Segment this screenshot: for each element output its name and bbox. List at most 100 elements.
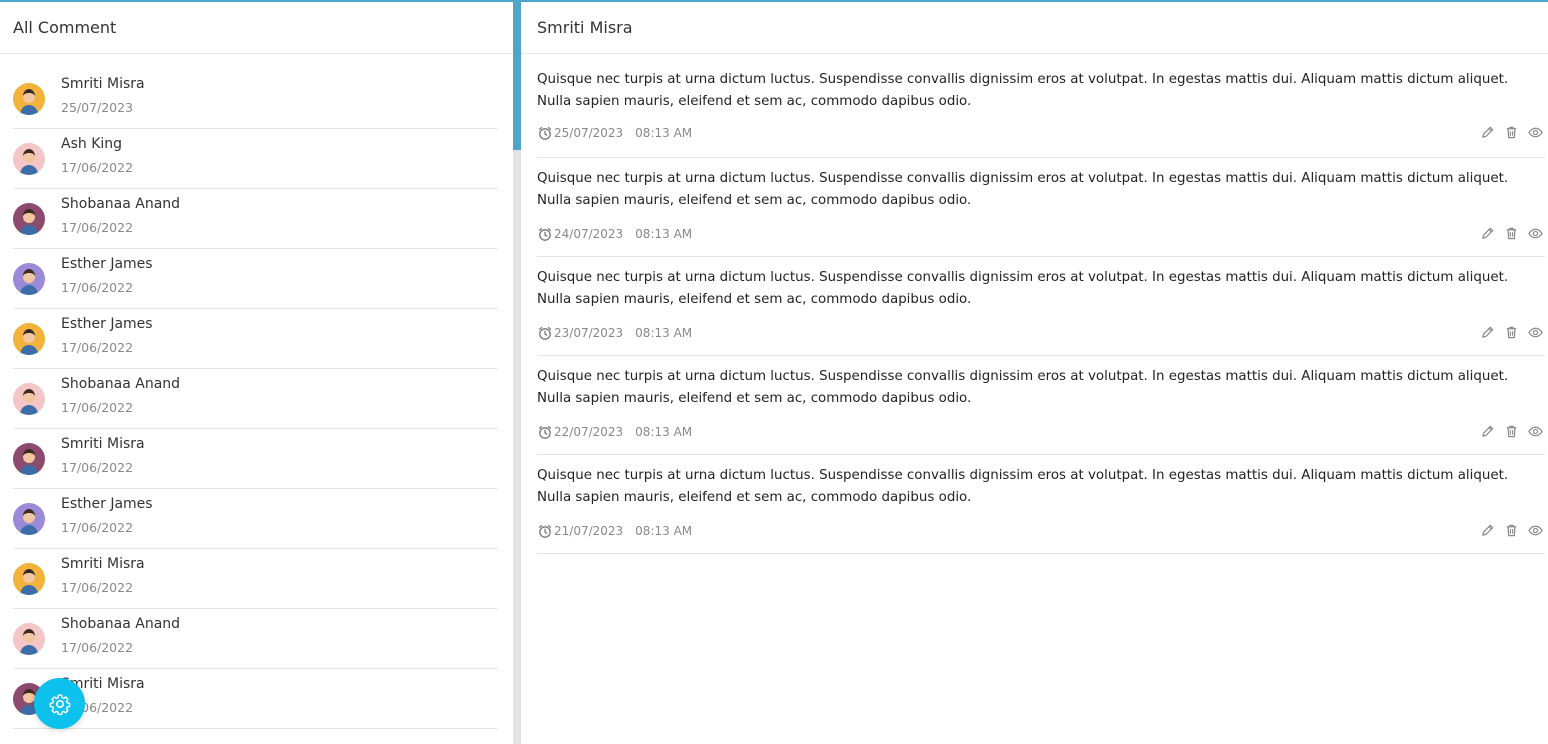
contact-name: Shobanaa Anand	[61, 616, 181, 632]
avatar	[13, 563, 45, 595]
contact-name: Esther James	[61, 496, 153, 512]
trash-icon[interactable]	[1504, 424, 1519, 439]
trash-icon[interactable]	[1504, 226, 1519, 241]
contact-item[interactable]: Smriti Misra 17/06/2022	[13, 429, 498, 489]
comment-actions	[1480, 424, 1543, 439]
comment-meta: 24/07/2023 08:13 AM	[537, 226, 692, 242]
clock-icon	[538, 524, 552, 538]
comment-text: Quisque nec turpis at urna dictum luctus…	[537, 468, 1509, 505]
clock-icon	[538, 227, 552, 241]
contact-item[interactable]: Esther James 17/06/2022	[13, 309, 498, 369]
contact-name: Shobanaa Anand	[61, 196, 181, 212]
all-comments-panel: All Comment Smriti Misra 25/07/2023 Ash …	[0, 0, 513, 744]
eye-icon[interactable]	[1528, 424, 1543, 439]
pencil-icon[interactable]	[1480, 125, 1495, 140]
pencil-icon[interactable]	[1480, 226, 1495, 241]
comment-text: Quisque nec turpis at urna dictum luctus…	[537, 270, 1509, 307]
trash-icon[interactable]	[1504, 523, 1519, 538]
contact-date: 17/06/2022	[61, 280, 134, 295]
settings-button[interactable]	[34, 678, 85, 729]
contact-item[interactable]: Esther James 17/06/2022	[13, 489, 498, 549]
contact-date: 17/06/2022	[61, 580, 134, 595]
contact-date: 25/07/2023	[61, 100, 134, 115]
comment-meta: 22/07/2023 08:13 AM	[537, 424, 692, 440]
comment-actions	[1480, 325, 1543, 340]
contact-name: Smriti Misra	[61, 76, 145, 92]
avatar	[13, 143, 45, 175]
contact-name: Ash King	[61, 136, 123, 152]
comment-item: Quisque nec turpis at urna dictum luctus…	[537, 54, 1545, 158]
contact-item[interactable]: Smriti Misra 17/06/2022	[13, 669, 498, 729]
comment-actions	[1480, 523, 1543, 538]
contact-item[interactable]: Shobanaa Anand 17/06/2022	[13, 609, 498, 669]
comment-text: Quisque nec turpis at urna dictum luctus…	[537, 171, 1509, 208]
comment-date: 25/07/2023	[554, 126, 624, 140]
comment-item: Quisque nec turpis at urna dictum luctus…	[537, 356, 1545, 455]
eye-icon[interactable]	[1528, 325, 1543, 340]
contact-item[interactable]: Ash King 17/06/2022	[13, 129, 498, 189]
contact-date: 17/06/2022	[61, 460, 134, 475]
pencil-icon[interactable]	[1480, 424, 1495, 439]
selected-user-title: Smriti Misra	[521, 2, 1548, 54]
contact-name: Esther James	[61, 316, 153, 332]
clock-icon	[538, 326, 552, 340]
clock-icon	[538, 425, 552, 439]
comment-actions	[1480, 125, 1543, 140]
eye-icon[interactable]	[1528, 125, 1543, 140]
clock-icon	[538, 126, 552, 140]
comment-detail-panel: Smriti Misra Quisque nec turpis at urna …	[521, 0, 1548, 744]
contact-name: Smriti Misra	[61, 436, 145, 452]
comment-time: 08:13 AM	[635, 326, 693, 340]
comment-item: Quisque nec turpis at urna dictum luctus…	[537, 158, 1545, 257]
scrollbar-thumb[interactable]	[513, 0, 521, 150]
all-comments-title: All Comment	[0, 2, 513, 54]
contact-item[interactable]: Smriti Misra 17/06/2022	[13, 549, 498, 609]
contact-date: 17/06/2022	[61, 220, 134, 235]
comment-date: 23/07/2023	[554, 326, 624, 340]
avatar	[13, 263, 45, 295]
avatar	[13, 83, 45, 115]
comment-meta: 25/07/2023 08:13 AM	[537, 125, 692, 141]
comment-time: 08:13 AM	[635, 227, 693, 241]
avatar	[13, 323, 45, 355]
avatar	[13, 443, 45, 475]
contact-name: Esther James	[61, 256, 153, 272]
avatar	[13, 503, 45, 535]
contact-item[interactable]: Esther James 17/06/2022	[13, 249, 498, 309]
comment-item: Quisque nec turpis at urna dictum luctus…	[537, 455, 1545, 554]
trash-icon[interactable]	[1504, 125, 1519, 140]
pencil-icon[interactable]	[1480, 325, 1495, 340]
comment-date: 21/07/2023	[554, 524, 624, 538]
contact-list: Smriti Misra 25/07/2023 Ash King 17/06/2…	[0, 54, 513, 729]
avatar	[13, 203, 45, 235]
trash-icon[interactable]	[1504, 325, 1519, 340]
comment-date: 22/07/2023	[554, 425, 624, 439]
comment-time: 08:13 AM	[635, 425, 693, 439]
comment-meta: 21/07/2023 08:13 AM	[537, 523, 692, 539]
comment-date: 24/07/2023	[554, 227, 624, 241]
contact-name: Smriti Misra	[61, 556, 145, 572]
comment-time: 08:13 AM	[635, 126, 693, 140]
comment-meta: 23/07/2023 08:13 AM	[537, 325, 692, 341]
contact-item[interactable]: Shobanaa Anand 17/06/2022	[13, 189, 498, 249]
contact-item[interactable]: Smriti Misra 25/07/2023	[13, 54, 498, 129]
contact-date: 17/06/2022	[61, 520, 134, 535]
eye-icon[interactable]	[1528, 523, 1543, 538]
avatar	[13, 623, 45, 655]
comment-text: Quisque nec turpis at urna dictum luctus…	[537, 72, 1509, 109]
gear-icon	[49, 694, 70, 715]
contact-date: 17/06/2022	[61, 160, 134, 175]
pencil-icon[interactable]	[1480, 523, 1495, 538]
comment-list: Quisque nec turpis at urna dictum luctus…	[521, 54, 1548, 554]
avatar	[13, 383, 45, 415]
comment-text: Quisque nec turpis at urna dictum luctus…	[537, 369, 1509, 406]
contact-name: Shobanaa Anand	[61, 376, 181, 392]
comment-actions	[1480, 226, 1543, 241]
eye-icon[interactable]	[1528, 226, 1543, 241]
comment-time: 08:13 AM	[635, 524, 693, 538]
contact-date: 17/06/2022	[61, 340, 134, 355]
contact-date: 17/06/2022	[61, 640, 134, 655]
contact-item[interactable]: Shobanaa Anand 17/06/2022	[13, 369, 498, 429]
comment-item: Quisque nec turpis at urna dictum luctus…	[537, 257, 1545, 356]
scrollbar[interactable]	[513, 0, 521, 744]
